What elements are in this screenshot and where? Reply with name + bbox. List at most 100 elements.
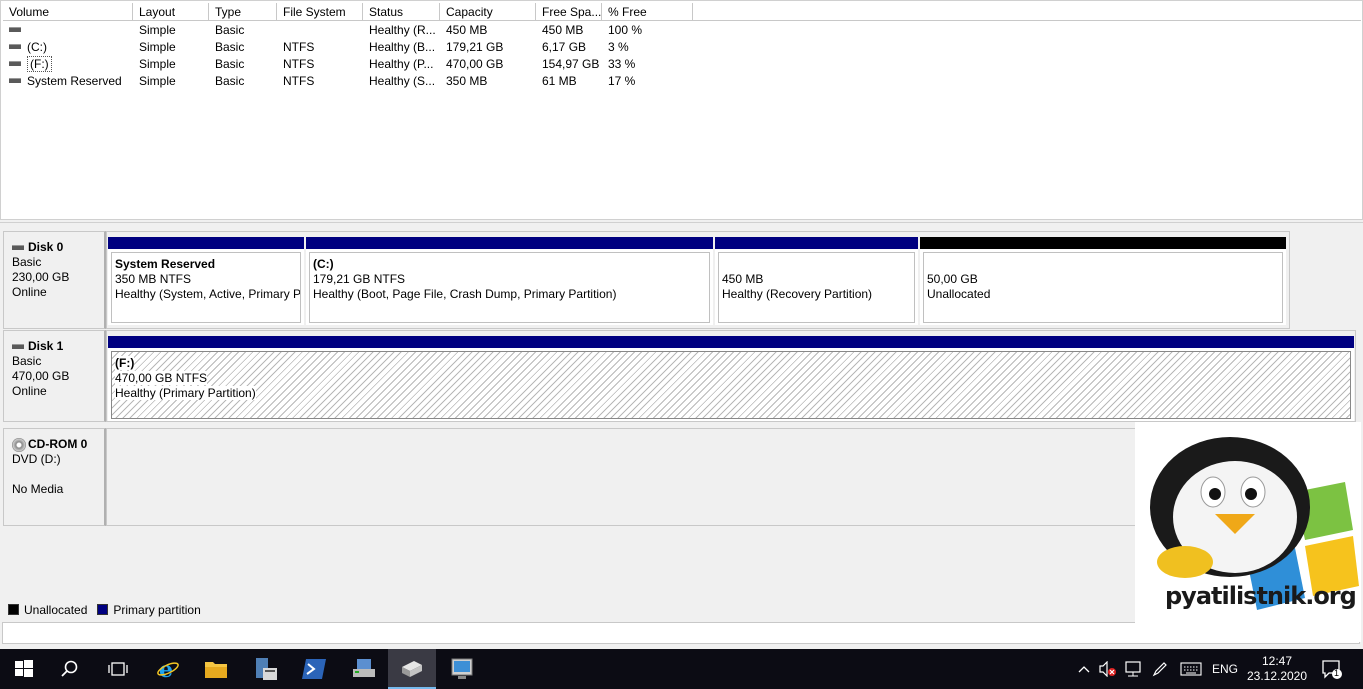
partition-c[interactable]: (C:) 179,21 GB NTFS Healthy (Boot, Page … [306,237,713,325]
pen-tray-button[interactable] [1148,649,1172,689]
volume-type: Basic [215,74,245,88]
device-manager-button[interactable] [340,649,388,689]
cdrom-drive: DVD (D:) [12,452,61,466]
volume-drive-icon [9,61,21,67]
volume-name-cell: (C:) [3,39,133,56]
partition-f[interactable]: (F:) 470,00 GB NTFS Healthy (Primary Par… [108,336,1354,421]
volume-file-system: NTFS [283,74,315,88]
volume-name-cell: System Reserved [3,73,133,90]
disk-state: Online [12,384,47,398]
search-button[interactable] [46,649,94,689]
file-explorer-button[interactable] [192,649,240,689]
disk-1-label[interactable]: Disk 1 Basic 470,00 GB Online [3,330,106,422]
column-header-filler [693,3,1361,21]
volume-status: Healthy (S... [369,74,436,88]
partition-status: Healthy (Recovery Partition) [722,287,873,301]
watermark-logo: pyatilistnik.org [1135,422,1361,642]
cdrom-0-area [106,428,1138,526]
touch-keyboard-button[interactable] [1176,649,1206,689]
volume-muted-icon [1099,661,1116,677]
disk-management-button[interactable] [388,649,436,689]
disk-0-partitions: System Reserved 350 MB NTFS Healthy (Sys… [106,231,1290,329]
task-view-button[interactable] [94,649,142,689]
volume-list[interactable]: Volume Layout Type File System Status Ca… [0,0,1363,220]
volume-tray-button[interactable] [1097,649,1119,689]
server-manager-button[interactable] [242,649,290,689]
volume-row[interactable]: System Reserved Simple Basic NTFS Health… [1,73,701,90]
partition-title [722,257,911,272]
volume-percent-free: 100 % [608,23,643,37]
volume-row[interactable]: (C:) Simple Basic NTFS Healthy (B... 179… [1,39,701,56]
taskbar: e ENG 12:47 23.12.2020 1 [0,649,1363,689]
partition-size: 179,21 GB NTFS [313,272,406,286]
volume-layout: Simple [139,23,176,37]
cdrom-icon [12,437,26,452]
partition-status: Unallocated [927,287,991,301]
partition-title: (C:) [313,257,334,271]
server-manager-icon [256,658,277,680]
powershell-button[interactable] [290,649,338,689]
logo-text: pyatilistnik.org [1165,582,1357,610]
action-center-button[interactable]: 1 [1314,649,1350,689]
chevron-up-icon [1078,666,1090,673]
disk-state: Online [12,285,47,299]
language-indicator[interactable]: ENG [1208,649,1242,689]
show-hidden-icons-button[interactable] [1073,649,1095,689]
disk-size: 230,00 GB [12,270,70,284]
clock-date: 23.12.2020 [1246,669,1308,683]
volume-drive-icon [9,44,21,50]
partition-recovery[interactable]: 450 MB Healthy (Recovery Partition) [715,237,918,325]
task-view-icon [108,662,128,676]
column-header-type[interactable]: Type [209,3,277,21]
column-header-percent-free[interactable]: % Free [602,3,693,21]
volume-name: (F:) [27,56,52,72]
volume-capacity: 470,00 GB [446,57,504,71]
column-header-free-space[interactable]: Free Spa... [536,3,602,21]
disk-name: Disk 0 [28,240,64,254]
partition-unallocated[interactable]: 50,00 GB Unallocated [920,237,1286,325]
legend-unallocated-swatch [8,604,19,616]
partition-status: Healthy (System, Active, Primary P [115,287,301,301]
clock[interactable]: 12:47 23.12.2020 [1244,649,1310,689]
start-button[interactable] [0,649,48,689]
volume-row[interactable]: Simple Basic Healthy (R... 450 MB 450 MB… [1,22,701,39]
remote-desktop-button[interactable] [438,649,486,689]
partition-title: (F:) [115,356,135,370]
internet-explorer-icon: e [157,657,179,681]
partition-f-selected-box: (F:) 470,00 GB NTFS Healthy (Primary Par… [111,351,1351,419]
volume-free-space: 6,17 GB [542,40,587,54]
disk-name: Disk 1 [28,339,64,353]
unallocated-bar [920,237,1286,249]
cdrom-name: CD-ROM 0 [28,437,88,451]
column-header-capacity[interactable]: Capacity [440,3,536,21]
volume-type: Basic [215,57,245,71]
partition-title [927,257,1279,272]
disk-0-label[interactable]: Disk 0 Basic 230,00 GB Online [3,231,106,329]
volume-capacity: 450 MB [446,23,488,37]
network-tray-button[interactable] [1121,649,1145,689]
cdrom-0-label[interactable]: CD-ROM 0 DVD (D:) No Media [3,428,106,526]
column-header-layout[interactable]: Layout [133,3,209,21]
volume-row-selected[interactable]: (F:) Simple Basic NTFS Healthy (P... 470… [1,56,701,73]
cdrom-media: No Media [12,482,64,496]
legend-unallocated-label: Unallocated [24,603,88,617]
legend-primary-label: Primary partition [113,603,201,617]
legend-primary-swatch [97,604,109,616]
column-header-volume[interactable]: Volume [3,3,133,21]
volume-percent-free: 33 % [608,57,636,71]
volume-drive-icon [9,27,21,33]
volume-drive-icon [9,78,21,84]
volume-capacity: 350 MB [446,74,488,88]
volume-free-space: 154,97 GB [542,57,600,71]
internet-explorer-button[interactable]: e [144,649,192,689]
keyboard-icon [1180,662,1202,676]
column-header-file-system[interactable]: File System [277,3,363,21]
volume-file-system [277,22,363,39]
volume-layout: Simple [139,57,176,71]
column-header-status[interactable]: Status [363,3,440,21]
volume-file-system: NTFS [283,40,315,54]
volume-name: (C:) [27,40,47,54]
partition-status: Healthy (Primary Partition) [115,386,256,400]
volume-layout: Simple [139,74,176,88]
partition-system-reserved[interactable]: System Reserved 350 MB NTFS Healthy (Sys… [108,237,304,325]
